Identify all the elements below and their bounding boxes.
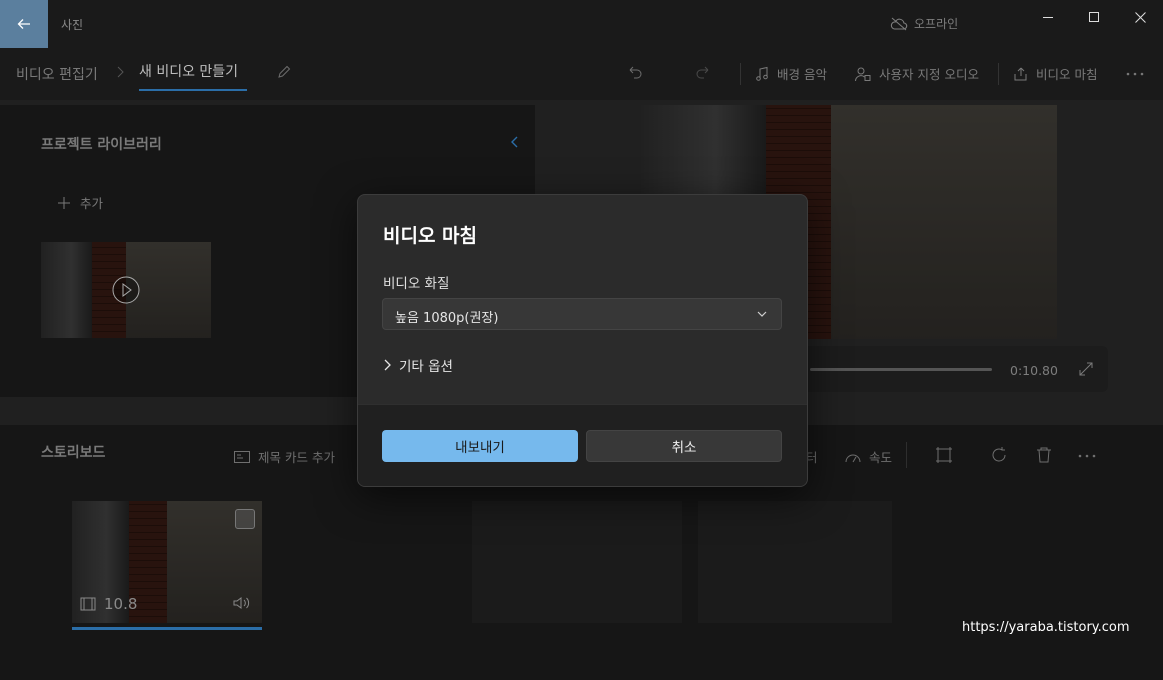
playback-time: 0:10.80 (1010, 363, 1058, 378)
toolbar-divider (998, 63, 999, 85)
library-media-thumbnail[interactable] (41, 242, 211, 338)
project-title: 새 비디오 만들기 (139, 64, 239, 80)
clip-duration: 10.8 (80, 595, 137, 613)
undo-icon (626, 63, 644, 81)
ellipsis-icon (1078, 454, 1098, 458)
project-title-underline (139, 89, 247, 91)
add-media-label: 추가 (80, 196, 104, 211)
back-button[interactable] (0, 0, 48, 48)
cancel-button[interactable]: 취소 (586, 430, 782, 462)
seek-bar[interactable] (810, 368, 992, 371)
video-quality-select[interactable]: 높음 1080p(권장) (382, 298, 782, 330)
speed-label: 속도 (869, 450, 893, 465)
add-title-card-button[interactable]: 제목 카드 추가 (234, 447, 335, 466)
app-title: 사진 (61, 18, 84, 32)
empty-clip-slot (472, 501, 682, 623)
film-icon (80, 596, 96, 612)
redo-button[interactable] (694, 63, 712, 81)
storyboard-more-button[interactable] (1078, 454, 1098, 458)
back-arrow-icon (16, 16, 32, 32)
storyboard-clip[interactable]: 10.8 (72, 501, 262, 623)
watermark-text: https://yaraba.tistory.com (962, 620, 1130, 635)
trash-icon (1035, 446, 1053, 464)
minimize-button[interactable] (1025, 0, 1071, 34)
rotate-button[interactable] (990, 446, 1008, 464)
more-options-expander[interactable]: 기타 옵션 (383, 355, 453, 375)
maximize-button[interactable] (1071, 0, 1117, 34)
play-icon (111, 275, 141, 305)
redo-icon (694, 63, 712, 81)
breadcrumb-chevron-icon (117, 66, 125, 78)
add-title-card-label: 제목 카드 추가 (258, 450, 335, 465)
toolbar-divider (740, 63, 741, 85)
maximize-icon (1088, 11, 1100, 23)
dialog-title: 비디오 마침 (383, 225, 478, 247)
video-quality-value: 높음 1080p(권장) (395, 311, 499, 326)
title-bar (0, 0, 1163, 48)
person-audio-icon (854, 66, 872, 82)
offline-label: 오프라인 (914, 17, 959, 31)
breadcrumb-root[interactable]: 비디오 편집기 (16, 64, 98, 84)
empty-clip-slot (698, 501, 892, 623)
chevron-right-icon (383, 359, 391, 371)
add-media-button[interactable]: 추가 (57, 193, 103, 212)
clip-duration-value: 10.8 (104, 595, 138, 613)
background-music-button[interactable]: 배경 음악 (754, 64, 827, 83)
library-title: 프로젝트 라이브러리 (41, 137, 162, 153)
more-options-label: 기타 옵션 (399, 359, 453, 375)
ellipsis-icon (1126, 72, 1146, 76)
undo-button[interactable] (626, 63, 644, 81)
background-music-label: 배경 음악 (777, 67, 827, 82)
minimize-icon (1042, 12, 1054, 23)
close-button[interactable] (1117, 0, 1163, 34)
crop-icon (935, 446, 953, 464)
collapse-library-button[interactable] (510, 135, 520, 149)
close-icon (1134, 11, 1146, 23)
speaker-icon (232, 595, 252, 611)
finish-video-dialog: 비디오 마침 비디오 화질 높음 1080p(권장) 기타 옵션 내보내기 취소 (357, 194, 808, 487)
cloud-off-icon (890, 17, 908, 31)
rotate-icon (990, 446, 1008, 464)
video-quality-label: 비디오 화질 (383, 276, 450, 292)
speed-button[interactable]: 속도 (845, 447, 892, 466)
storyboard-divider (906, 442, 907, 468)
chevron-left-icon (510, 135, 520, 149)
plus-icon (57, 196, 71, 210)
finish-video-label: 비디오 마침 (1036, 67, 1098, 82)
more-options-button[interactable] (1126, 72, 1146, 76)
crop-button[interactable] (935, 446, 953, 464)
export-button[interactable]: 내보내기 (382, 430, 578, 462)
offline-status: 오프라인 (890, 15, 958, 32)
expand-icon (1078, 361, 1094, 377)
title-card-icon (234, 450, 250, 463)
rename-button[interactable] (276, 64, 292, 80)
fullscreen-button[interactable] (1078, 361, 1094, 377)
clip-select-checkbox[interactable] (235, 509, 255, 529)
delete-button[interactable] (1035, 446, 1053, 464)
custom-audio-label: 사용자 지정 오디오 (879, 67, 979, 82)
music-note-icon (754, 66, 770, 82)
clip-selection-bar (72, 627, 262, 630)
storyboard-title: 스토리보드 (41, 445, 106, 461)
speedometer-icon (845, 451, 861, 463)
share-icon (1013, 66, 1029, 82)
pencil-icon (276, 64, 292, 80)
finish-video-button[interactable]: 비디오 마침 (1013, 64, 1097, 83)
chevron-down-icon (757, 310, 767, 318)
custom-audio-button[interactable]: 사용자 지정 오디오 (854, 64, 979, 83)
